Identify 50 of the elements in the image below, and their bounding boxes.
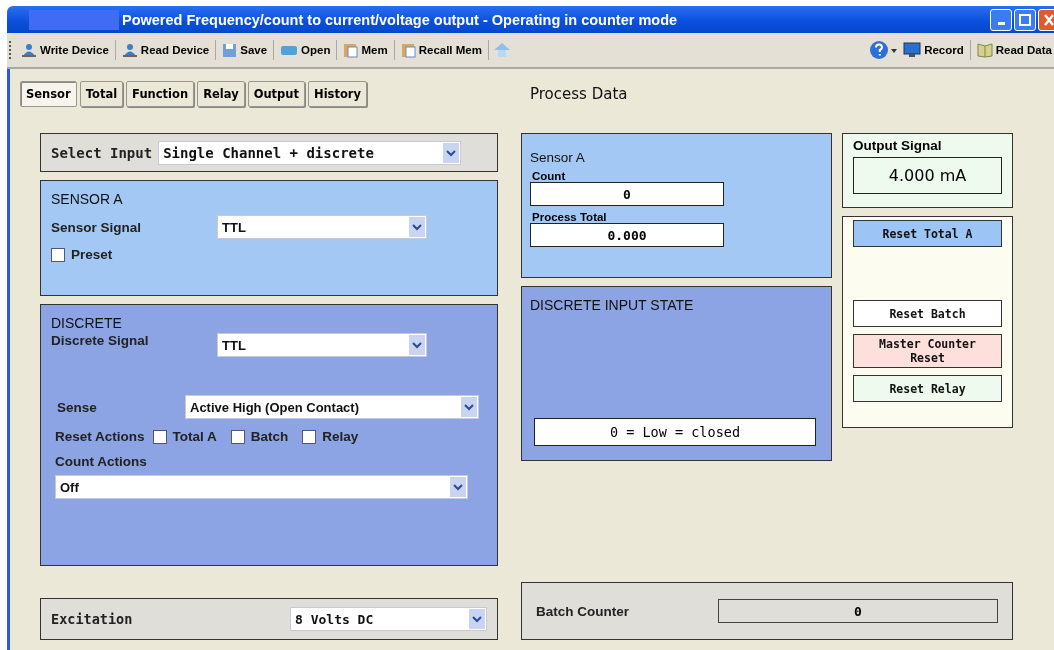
field-label: Sensor Signal bbox=[51, 219, 143, 235]
dropdown[interactable]: TTL bbox=[217, 215, 427, 239]
panel-title: DISCRETE bbox=[51, 315, 123, 331]
field-label: Process Total bbox=[532, 211, 608, 223]
state-readout: 0 = Low = closed bbox=[534, 418, 816, 446]
toolbar-button[interactable]: Open bbox=[278, 44, 333, 56]
toolbar-button[interactable]: Read Data bbox=[974, 42, 1054, 58]
toolbar-button[interactable]: Read Device bbox=[119, 43, 212, 57]
tab[interactable]: Output bbox=[247, 81, 305, 107]
panel-title: Sensor A bbox=[530, 150, 586, 165]
tab[interactable]: Total bbox=[79, 81, 124, 107]
section-heading: Process Data bbox=[530, 85, 628, 103]
dropdown[interactable]: Active High (Open Contact) bbox=[185, 395, 479, 419]
tab[interactable]: Sensor bbox=[20, 81, 77, 107]
toolbar-button[interactable]: Record bbox=[901, 42, 966, 58]
field-label: Count Actions bbox=[54, 454, 148, 469]
field-label: Select Input bbox=[51, 144, 153, 161]
panel-title: DISCRETE INPUT STATE bbox=[530, 297, 695, 313]
window-title: Powered Frequency/count to current/voltage output - Operating in counter mode bbox=[122, 11, 679, 28]
reset-button[interactable]: Reset Batch bbox=[853, 300, 1002, 327]
dropdown[interactable]: Single Channel + discrete bbox=[158, 140, 462, 165]
field-label: Reset Actions bbox=[55, 429, 145, 444]
dropdown[interactable]: Off bbox=[55, 475, 468, 499]
dropdown[interactable]: 8 Volts DC bbox=[290, 607, 487, 631]
panel-title: SENSOR A bbox=[51, 191, 124, 207]
checkbox[interactable]: Total A bbox=[152, 429, 217, 444]
checkbox[interactable]: Relay bbox=[302, 429, 359, 444]
count-readout: 0 bbox=[530, 182, 724, 206]
field-label: Output Signal bbox=[853, 138, 943, 153]
total-readout: 0.000 bbox=[530, 223, 724, 247]
batch-readout: 0 bbox=[718, 599, 998, 623]
field-label: Batch Counter bbox=[536, 603, 629, 619]
reset-button[interactable]: Reset Relay bbox=[853, 375, 1002, 402]
toolbar-button[interactable]: Write Device bbox=[19, 43, 111, 57]
field-label: Excitation bbox=[51, 611, 133, 627]
toolbar-button[interactable]: Mem bbox=[341, 42, 390, 58]
reset-button[interactable]: Master Counter Reset bbox=[853, 334, 1002, 368]
checkbox[interactable]: Preset bbox=[51, 247, 113, 262]
output-readout: 4.000 mA bbox=[853, 157, 1002, 194]
toolbar-button[interactable]: Recall Mem bbox=[398, 42, 484, 58]
field-label: Discrete Signal bbox=[51, 333, 150, 348]
field-label: Sense bbox=[57, 399, 98, 415]
checkbox[interactable]: Batch bbox=[230, 429, 289, 444]
tab[interactable]: Relay bbox=[197, 81, 245, 107]
dropdown[interactable]: TTL bbox=[217, 333, 427, 357]
reset-button[interactable]: Reset Total A bbox=[853, 220, 1002, 247]
tab[interactable]: History bbox=[308, 81, 367, 107]
tab[interactable]: Function bbox=[126, 81, 195, 107]
field-label: Count bbox=[532, 170, 567, 182]
toolbar-button[interactable]: Save bbox=[220, 42, 270, 58]
